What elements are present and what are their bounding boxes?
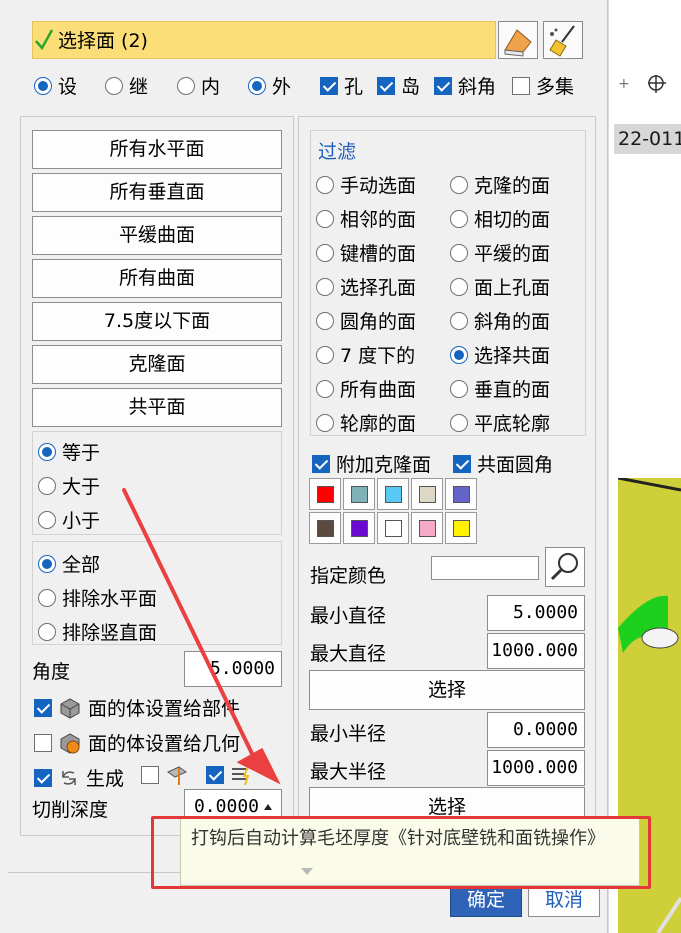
annotation-arrow <box>122 488 281 785</box>
